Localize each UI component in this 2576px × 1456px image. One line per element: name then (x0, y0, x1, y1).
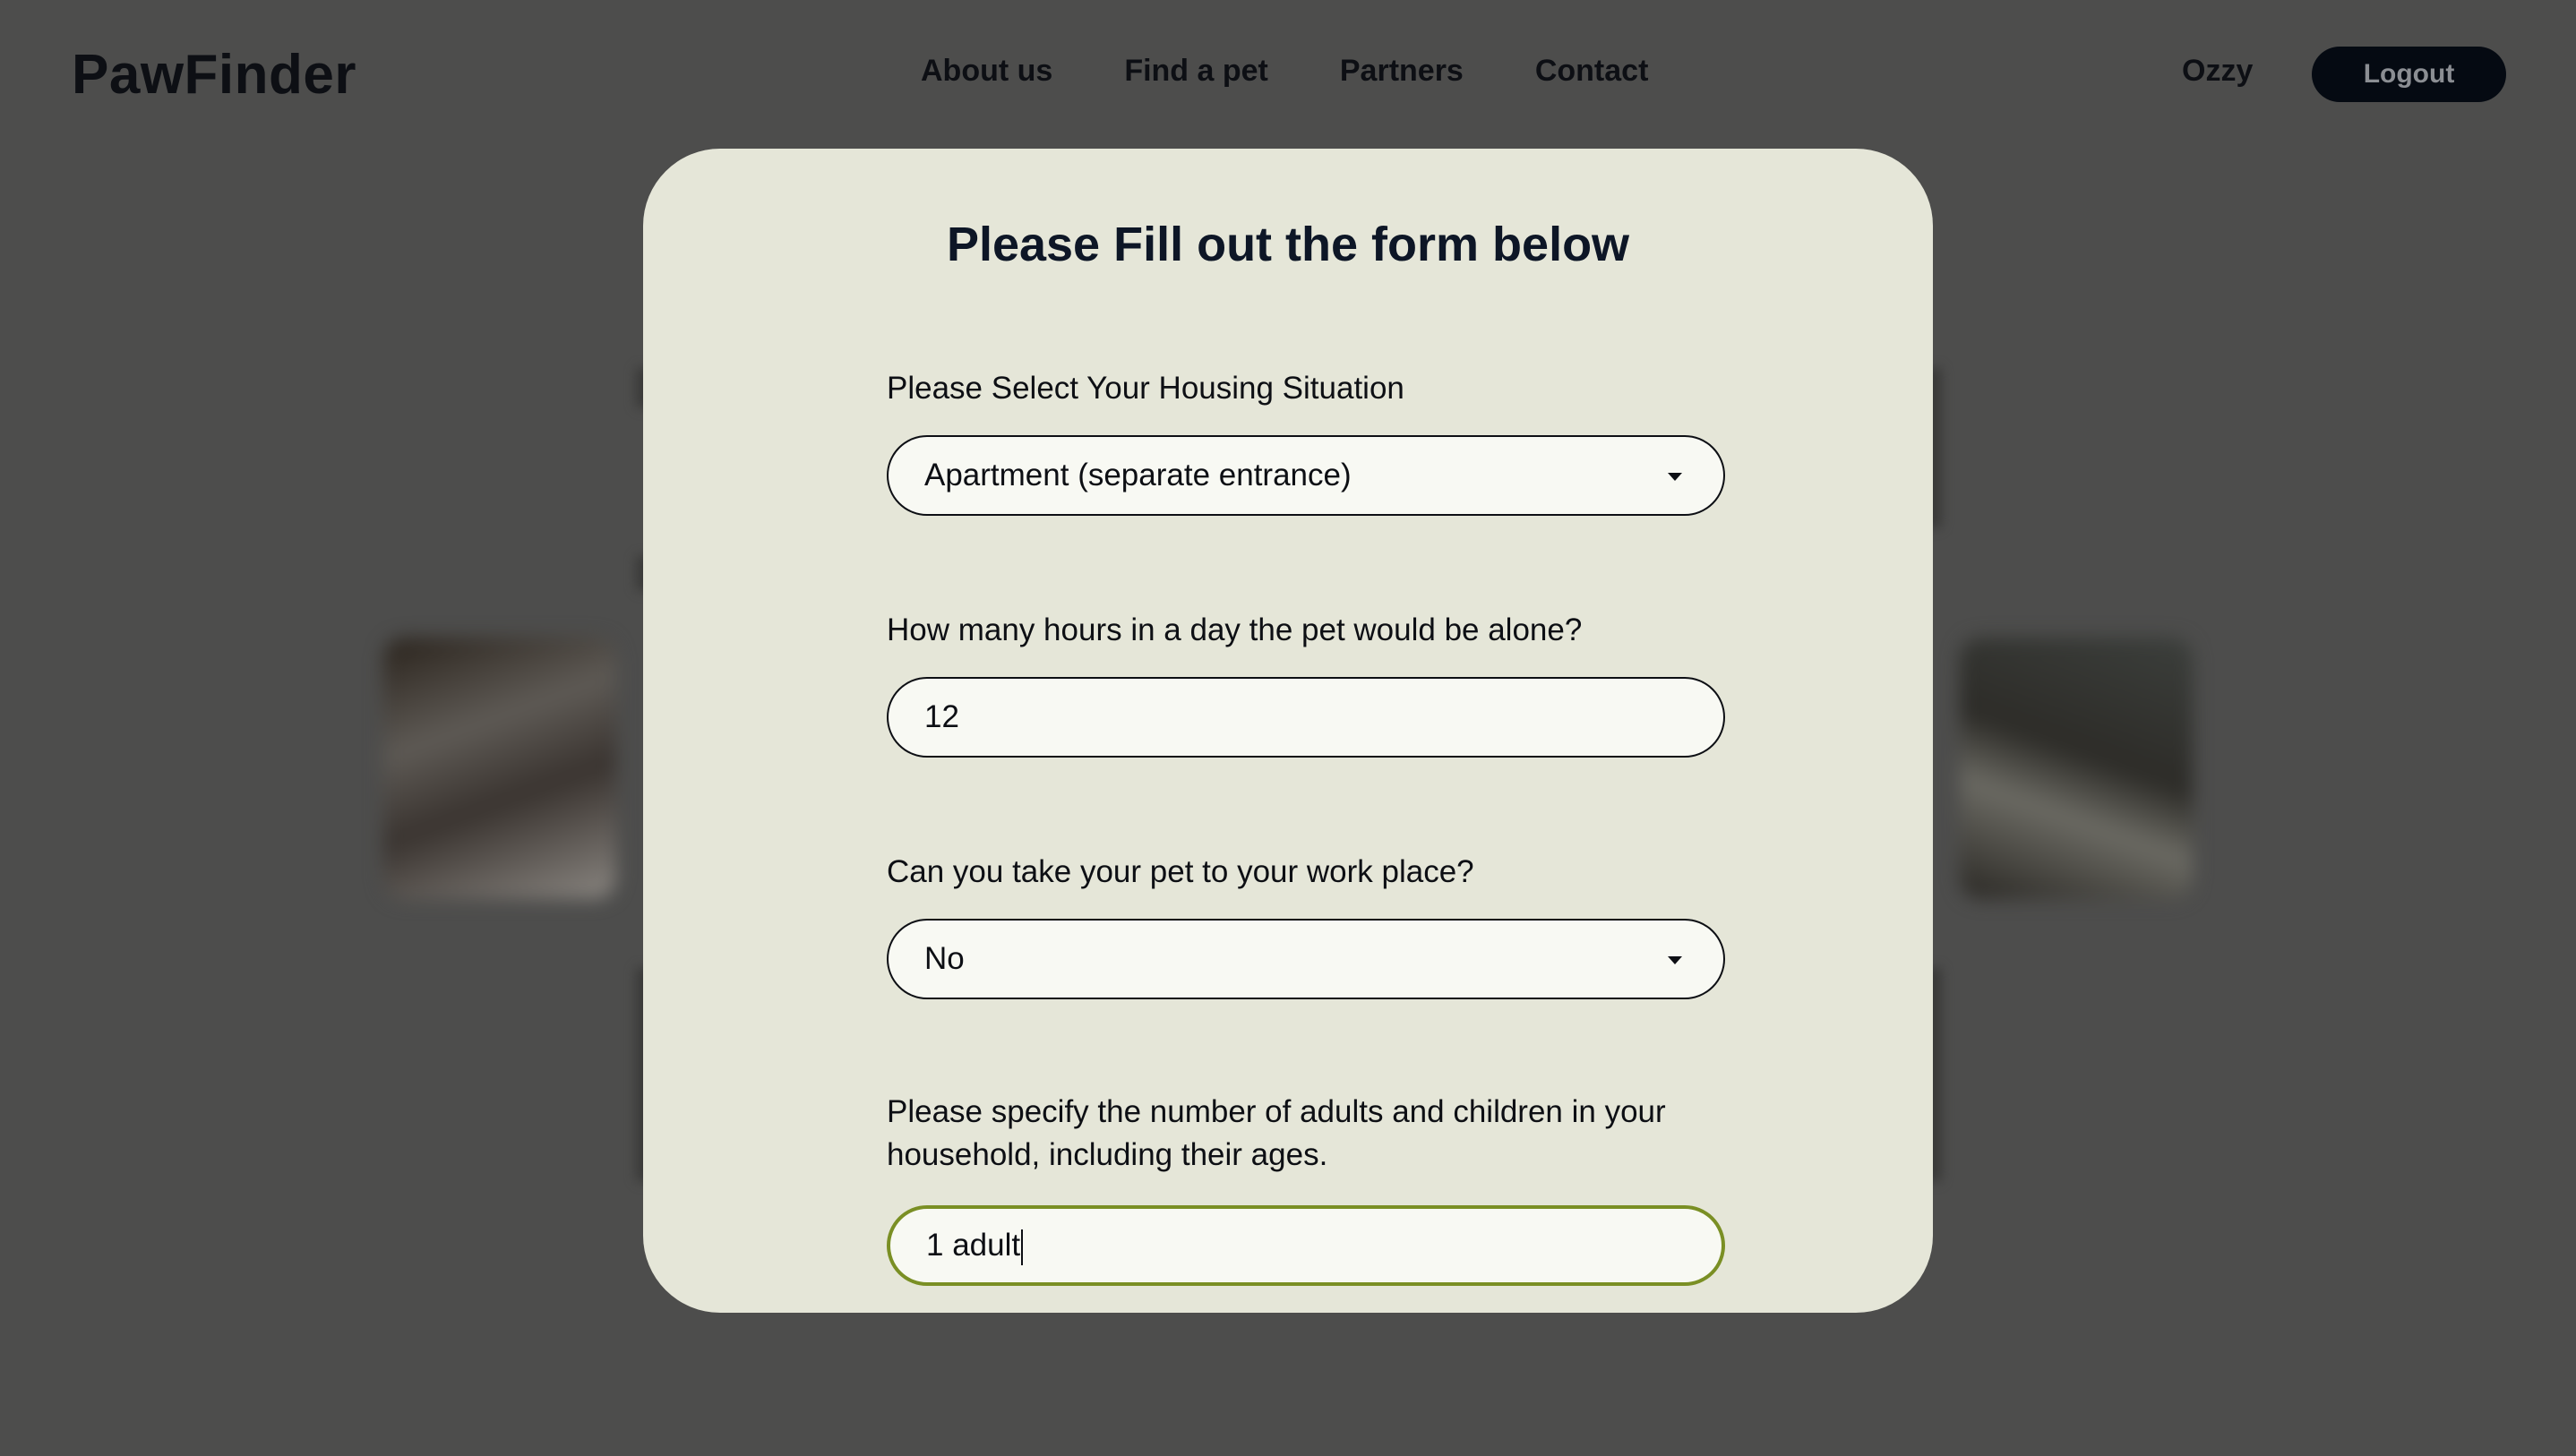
background-pet-card-right (1960, 638, 2193, 899)
work-place-select[interactable]: No (887, 919, 1725, 999)
form-title: Please Fill out the form below (946, 218, 1630, 271)
background-pet-card-left (383, 638, 616, 899)
site-logo[interactable]: PawFinder (72, 43, 356, 107)
work-place-label: Can you take your pet to your work place… (887, 854, 1474, 889)
hours-alone-input[interactable]: 12 (887, 677, 1725, 758)
logout-button[interactable]: Logout (2312, 47, 2506, 102)
housing-select[interactable]: Apartment (separate entrance) (887, 435, 1725, 516)
household-value: 1 adult (926, 1228, 1021, 1263)
work-place-select-value: No (924, 941, 965, 976)
nav-partners[interactable]: Partners (1340, 54, 1464, 89)
dropdown-caret-icon (1668, 473, 1682, 481)
hours-alone-label: How many hours in a day the pet would be… (887, 612, 1583, 647)
housing-label: Please Select Your Housing Situation (887, 371, 1404, 406)
nav-about-us[interactable]: About us (921, 54, 1052, 89)
dropdown-caret-icon (1668, 956, 1682, 964)
housing-select-value: Apartment (separate entrance) (924, 458, 1352, 492)
hours-alone-value: 12 (924, 699, 959, 734)
main-nav: About us Find a pet Partners Contact (921, 54, 1648, 89)
nav-find-a-pet[interactable]: Find a pet (1124, 54, 1268, 89)
household-label: Please specify the number of adults and … (887, 1094, 1666, 1172)
nav-contact[interactable]: Contact (1535, 54, 1649, 89)
user-name[interactable]: Ozzy (2182, 54, 2253, 89)
text-cursor (1021, 1229, 1024, 1265)
site-header: PawFinder About us Find a pet Partners C… (0, 0, 2576, 149)
adoption-form-modal: Please Fill out the form below Please Se… (643, 149, 1933, 1313)
household-input[interactable]: 1 adult (887, 1205, 1725, 1286)
